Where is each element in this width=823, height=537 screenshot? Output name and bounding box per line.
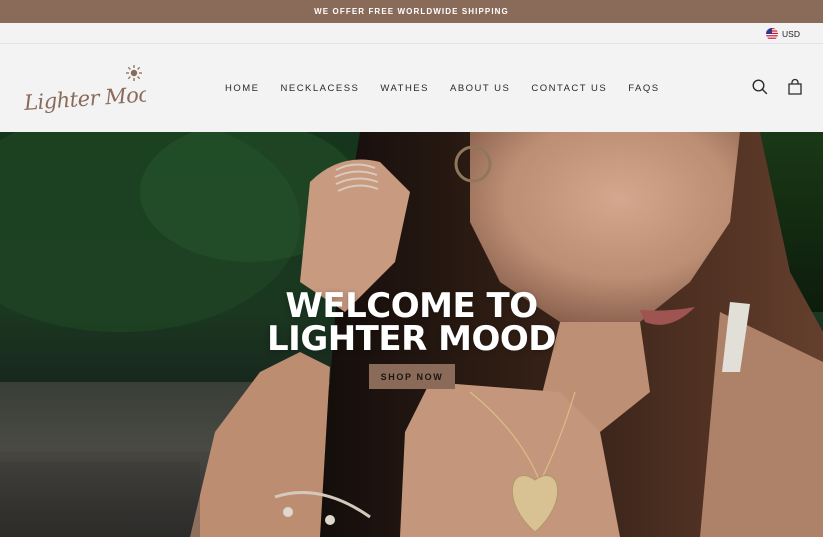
- hero-banner: WELCOME TO LIGHTER MOOD SHOP NOW: [0, 132, 823, 537]
- nav-item-faqs[interactable]: FAQS: [628, 83, 659, 94]
- nav-item-watches[interactable]: WATHES: [380, 83, 429, 94]
- announcement-text: WE OFFER FREE WORLDWIDE SHIPPING: [314, 7, 509, 16]
- main-nav: HOME NECKLACESS WATHES ABOUT US CONTACT …: [225, 83, 681, 94]
- cart-button[interactable]: [786, 78, 804, 96]
- search-icon: [752, 79, 768, 95]
- shop-now-button[interactable]: SHOP NOW: [369, 364, 455, 389]
- announcement-bar: WE OFFER FREE WORLDWIDE SHIPPING: [0, 0, 823, 23]
- us-flag-icon: [766, 28, 779, 40]
- nav-item-home[interactable]: HOME: [225, 83, 260, 94]
- logo-graphic: Lighter Mood: [22, 65, 164, 115]
- logo-text: Lighter Mood: [22, 81, 146, 115]
- hero-title-line-2: LIGHTER MOOD: [267, 319, 556, 359]
- hero-title-line-1: WELCOME TO: [285, 286, 538, 326]
- nav-item-necklaces[interactable]: NECKLACESS: [281, 83, 360, 94]
- cart-icon: [788, 78, 802, 95]
- currency-label: USD: [782, 29, 800, 39]
- top-toolbar: USD: [0, 23, 823, 44]
- nav-item-contact-us[interactable]: CONTACT US: [531, 83, 607, 94]
- site-header: Lighter Mood HOME NECKLACESS WATHES ABOU…: [0, 44, 823, 132]
- site-logo[interactable]: Lighter Mood: [22, 64, 164, 116]
- nav-item-about-us[interactable]: ABOUT US: [450, 83, 510, 94]
- sun-icon: [126, 65, 142, 81]
- search-button[interactable]: [751, 78, 769, 96]
- currency-selector[interactable]: USD: [766, 28, 800, 40]
